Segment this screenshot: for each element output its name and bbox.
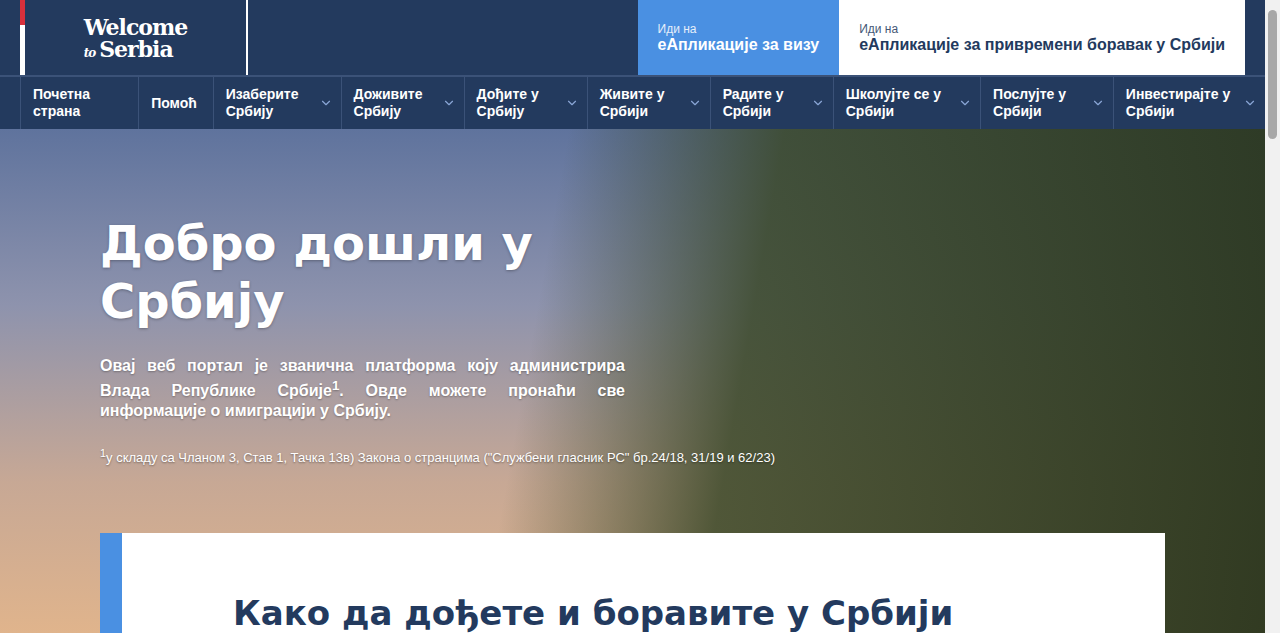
nav-item[interactable]: Школујте се у Србији	[833, 77, 980, 129]
chevron-down-icon	[688, 96, 702, 110]
nav-item[interactable]: Почетна страна	[20, 77, 138, 129]
chevron-down-icon	[1243, 96, 1257, 110]
chevron-down-icon	[1091, 96, 1105, 110]
logo-text: WelcometoSerbia	[84, 16, 188, 60]
chevron-down-icon	[811, 96, 825, 110]
nav-item[interactable]: Изаберите Србију	[213, 77, 341, 129]
nav-item[interactable]: Доживите Србију	[341, 77, 464, 129]
nav-item[interactable]: Инвестирајте у Србији	[1113, 77, 1265, 129]
eapplication-button[interactable]: Иди наеАпликације за визу	[638, 0, 840, 75]
page: WelcometoSerbia Иди наеАпликације за визу…	[0, 0, 1280, 633]
logo[interactable]: WelcometoSerbia	[20, 0, 248, 75]
card-heading: Како да дођете и боравите у Србији	[233, 593, 1165, 633]
nav-item[interactable]: Радите у Србији	[710, 77, 833, 129]
info-card: Како да дођете и боравите у Србији	[100, 533, 1165, 633]
main-nav: Почетна странаПомоћИзаберите СрбијуДожив…	[0, 75, 1265, 129]
nav-item[interactable]: Дођите у Србију	[464, 77, 587, 129]
eapplication-button[interactable]: Иди наеАпликације за привремени боравак …	[839, 0, 1245, 75]
header: WelcometoSerbia Иди наеАпликације за визу…	[0, 0, 1265, 75]
chevron-down-icon	[958, 96, 972, 110]
hero-footnote: 1у складу са Чланом 3, Став 1, Тачка 13в…	[100, 447, 1265, 465]
hero-intro: Овај веб портал је званична платформа ко…	[100, 356, 625, 421]
nav-item[interactable]: Послујте у Србији	[980, 77, 1113, 129]
scrollbar[interactable]	[1265, 0, 1280, 633]
chevron-down-icon	[565, 96, 579, 110]
hero-title: Добро дошли у Србију	[100, 214, 580, 330]
scrollbar-thumb[interactable]	[1268, 10, 1277, 139]
nav-item[interactable]: Помоћ	[138, 77, 212, 129]
nav-item[interactable]: Живите у Србији	[587, 77, 710, 129]
chevron-down-icon	[319, 96, 333, 110]
chevron-down-icon	[442, 96, 456, 110]
hero: Добро дошли у Србију Овај веб портал је з…	[0, 129, 1265, 633]
main: WelcometoSerbia Иди наеАпликације за визу…	[0, 0, 1265, 633]
